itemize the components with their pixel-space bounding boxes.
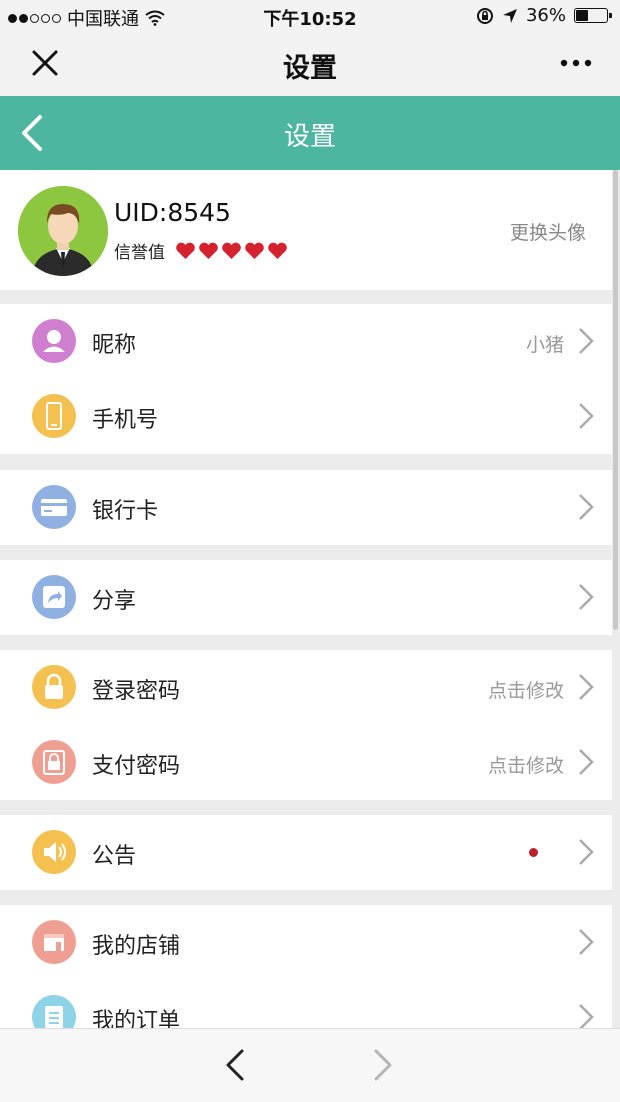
battery-percent: 36%: [525, 5, 566, 26]
heart-icon: [268, 242, 287, 259]
user-icon: [32, 319, 76, 363]
row-my-shop[interactable]: 我的店铺: [0, 905, 612, 980]
more-icon[interactable]: [558, 48, 594, 78]
battery-level: [576, 10, 588, 21]
row-label: 登录密码: [92, 679, 181, 704]
group-share: 分享: [0, 560, 612, 635]
card-icon: [32, 485, 76, 529]
browser-bottom-bar: [0, 1028, 620, 1102]
row-my-orders[interactable]: 我的订单: [0, 980, 612, 1028]
nickname-value: 小猪: [525, 334, 564, 356]
lock-icon: [32, 665, 76, 709]
heart-icon: [222, 242, 241, 259]
unread-dot: [529, 848, 538, 857]
credit-score: 信誉值: [114, 238, 288, 263]
row-pay-password[interactable]: 支付密码 点击修改: [0, 725, 612, 800]
wechat-page-title: 设置: [283, 53, 337, 84]
row-bank-card[interactable]: 银行卡: [0, 470, 612, 545]
credit-hearts: [175, 242, 288, 260]
heart-icon: [176, 242, 195, 259]
group-security: 登录密码 点击修改 支付密码 点击修改: [0, 650, 612, 800]
pay-password-action: 点击修改: [487, 755, 564, 777]
change-avatar-button[interactable]: 更换头像: [510, 218, 586, 245]
row-share[interactable]: 分享: [0, 560, 612, 635]
profile-card: UID:8545 信誉值 更换头像: [0, 170, 612, 290]
battery-icon: [574, 8, 612, 23]
row-login-password[interactable]: 登录密码 点击修改: [0, 650, 612, 725]
chevron-right-icon: [579, 403, 594, 429]
chevron-right-icon: [579, 328, 594, 354]
group-bank: 银行卡: [0, 470, 612, 545]
wechat-nav-bar: 设置: [0, 32, 620, 96]
group-account: 昵称 小猪 手机号: [0, 304, 612, 454]
phone-icon: [32, 394, 76, 438]
browser-forward-icon[interactable]: [370, 1047, 396, 1083]
status-right: 36%: [476, 5, 612, 26]
row-phone[interactable]: 手机号: [0, 379, 612, 454]
row-notice[interactable]: 公告: [0, 815, 612, 890]
chevron-right-icon: [579, 1004, 594, 1028]
app-header: 设置: [0, 96, 620, 170]
chevron-right-icon: [579, 839, 594, 865]
clipboard-icon: [32, 995, 76, 1028]
login-password-action: 点击修改: [487, 680, 564, 702]
location-icon: [502, 8, 517, 23]
group-commerce: 我的店铺 我的订单: [0, 905, 612, 1028]
share-icon: [32, 575, 76, 619]
group-notice: 公告: [0, 815, 612, 890]
row-label: 昵称: [92, 333, 137, 358]
credit-label: 信誉值: [114, 243, 165, 263]
row-nickname[interactable]: 昵称 小猪: [0, 304, 612, 379]
scrollbar[interactable]: [613, 170, 618, 630]
chevron-right-icon: [579, 749, 594, 775]
row-label: 手机号: [92, 408, 159, 433]
user-id: UID:8545: [114, 198, 231, 227]
row-label: 分享: [92, 589, 137, 614]
chevron-right-icon: [579, 584, 594, 610]
settings-list: UID:8545 信誉值 更换头像 昵称 小猪 手机号 银行卡 分享 登录密码 …: [0, 170, 612, 1028]
page-title: 设置: [283, 122, 336, 152]
chevron-right-icon: [579, 674, 594, 700]
shop-icon: [32, 920, 76, 964]
row-label: 我的店铺: [92, 934, 181, 959]
row-label: 公告: [92, 844, 137, 869]
row-label: 我的订单: [92, 1009, 181, 1028]
row-label: 支付密码: [92, 754, 181, 779]
lock-icon: [32, 740, 76, 784]
avatar[interactable]: [18, 186, 108, 276]
speaker-icon: [32, 830, 76, 874]
chevron-right-icon: [579, 494, 594, 520]
status-bar: 中国联通 下午10:52 36%: [0, 0, 620, 32]
heart-icon: [199, 242, 218, 259]
row-label: 银行卡: [92, 499, 159, 524]
browser-back-icon[interactable]: [222, 1047, 248, 1083]
avatar-image: [18, 186, 108, 276]
rotation-lock-icon: [476, 7, 493, 24]
heart-icon: [245, 242, 264, 259]
chevron-right-icon: [579, 929, 594, 955]
